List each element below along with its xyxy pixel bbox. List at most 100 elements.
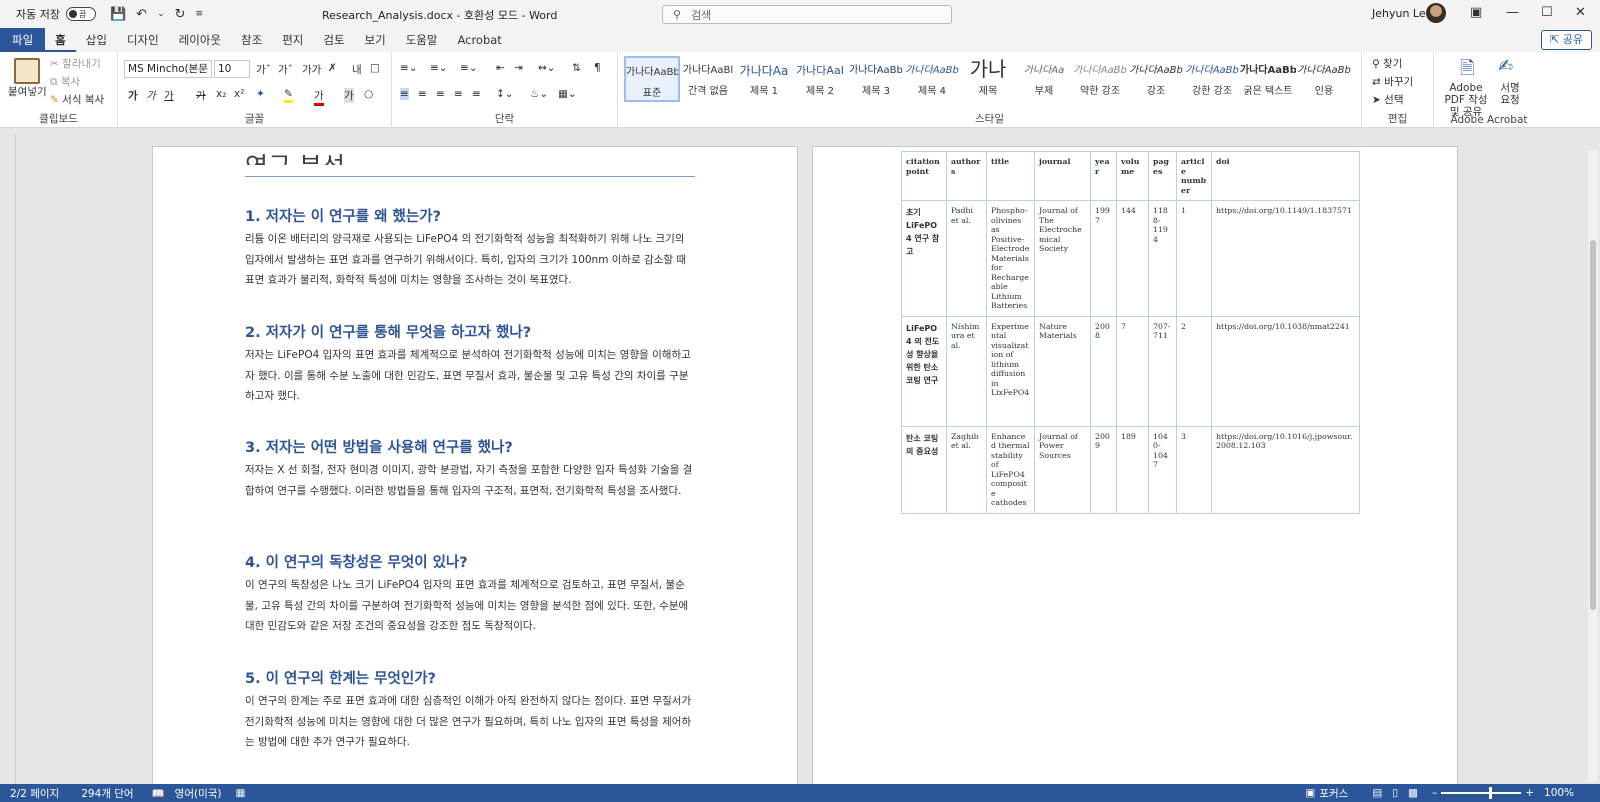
strikethrough-icon[interactable]: 가 bbox=[196, 88, 206, 103]
chevron-down-icon[interactable]: ⌄ bbox=[157, 9, 165, 19]
close-icon[interactable]: ✕ bbox=[1575, 5, 1586, 20]
tab-mailings[interactable]: 편지 bbox=[272, 28, 313, 52]
minimize-icon[interactable]: — bbox=[1506, 5, 1519, 20]
autosave-toggle[interactable]: 끔 bbox=[65, 7, 96, 21]
table-cell[interactable]: Zaghib et al. bbox=[946, 425, 987, 514]
tab-references[interactable]: 참조 bbox=[231, 28, 272, 52]
header-cell[interactable]: authors bbox=[946, 151, 987, 201]
focus-label[interactable]: 포커스 bbox=[1319, 786, 1348, 801]
asian-layout-icon[interactable]: ↭⌄ bbox=[538, 62, 556, 74]
table-cell[interactable]: Enhanced thermal stability of LiFePO4 co… bbox=[986, 425, 1035, 514]
user-name[interactable]: Jehyun Lee bbox=[1372, 7, 1432, 20]
char-shading-icon[interactable]: 가 bbox=[344, 88, 354, 103]
table-cell[interactable]: 7 bbox=[1116, 315, 1149, 427]
table-cell[interactable]: Journal of The Electrochemical Society bbox=[1034, 200, 1091, 317]
style-normal[interactable]: 가나다AaBb 표준 bbox=[624, 56, 680, 102]
style-heading-2[interactable]: 가나다AaI 제목 2 bbox=[792, 56, 848, 102]
table-cell[interactable]: https://doi.org/10.1038/nmat2241 bbox=[1211, 315, 1360, 427]
align-left-icon[interactable]: ≡ bbox=[400, 88, 409, 100]
align-right-icon[interactable]: ≡ bbox=[436, 88, 445, 100]
borders-icon[interactable]: ▦⌄ bbox=[558, 88, 577, 100]
bullets-icon[interactable]: ≡⌄ bbox=[400, 62, 418, 74]
web-layout-icon[interactable]: ▩ bbox=[1408, 787, 1418, 799]
zoom-slider-thumb[interactable] bbox=[1489, 787, 1493, 799]
request-signature-button[interactable]: 서명 요청 bbox=[1496, 82, 1524, 106]
signature-icon[interactable]: ✍ bbox=[1498, 56, 1513, 77]
font-size-select[interactable]: 10 bbox=[214, 60, 250, 78]
tab-review[interactable]: 검토 bbox=[313, 28, 354, 52]
tab-home[interactable]: 홈 bbox=[45, 28, 76, 52]
style-subtitle[interactable]: 가나다Aa 부제 bbox=[1016, 56, 1072, 102]
style-no-spacing[interactable]: 가나다AaBl 간격 없음 bbox=[680, 56, 736, 102]
table-cell[interactable]: 1997 bbox=[1090, 200, 1117, 317]
paste-icon[interactable] bbox=[14, 58, 40, 84]
header-cell[interactable]: article number bbox=[1176, 151, 1212, 201]
style-intense-emphasis[interactable]: 가나다AaBb 강한 강조 bbox=[1184, 56, 1240, 102]
italic-icon[interactable]: 가 bbox=[146, 88, 156, 103]
char-border-icon[interactable]: □ bbox=[370, 62, 380, 74]
proofing-icon[interactable]: 📖 bbox=[152, 787, 165, 800]
maximize-icon[interactable]: ☐ bbox=[1541, 5, 1553, 20]
numbering-icon[interactable]: ≡⌄ bbox=[430, 62, 448, 74]
tab-acrobat[interactable]: Acrobat bbox=[447, 28, 511, 52]
paste-button[interactable]: 붙여넣기 bbox=[8, 84, 47, 99]
subscript-icon[interactable]: x₂ bbox=[216, 88, 226, 100]
undo-icon[interactable]: ↶ bbox=[136, 7, 147, 22]
table-cell[interactable]: https://doi.org/10.1016/j.jpowsour.2008.… bbox=[1211, 425, 1360, 514]
table-cell[interactable]: 2 bbox=[1176, 315, 1212, 427]
ribbon-display-icon[interactable]: ▣ bbox=[1470, 5, 1482, 20]
header-cell[interactable]: doi bbox=[1211, 151, 1360, 201]
select-button[interactable]: ➤ 선택 bbox=[1372, 92, 1403, 107]
cut-button[interactable]: ✂ 잘라내기 bbox=[50, 56, 101, 71]
line-spacing-icon[interactable]: ↕⌄ bbox=[496, 88, 514, 100]
find-button[interactable]: ⚲ 찾기 bbox=[1372, 56, 1402, 71]
style-heading-4[interactable]: 가나다AaBb 제목 4 bbox=[904, 56, 960, 102]
tab-design[interactable]: 디자인 bbox=[117, 28, 169, 52]
replace-button[interactable]: ⇄ 바꾸기 bbox=[1372, 74, 1413, 89]
superscript-icon[interactable]: x² bbox=[234, 88, 244, 100]
style-heading-1[interactable]: 가나다Aa 제목 1 bbox=[736, 56, 792, 102]
change-case-icon[interactable]: 가가 bbox=[302, 62, 321, 77]
zoom-in-icon[interactable]: + bbox=[1525, 787, 1534, 799]
read-mode-icon[interactable]: ▤ bbox=[1372, 787, 1382, 799]
tab-insert[interactable]: 삽입 bbox=[76, 28, 117, 52]
table-cell[interactable]: Padhi et al. bbox=[946, 200, 987, 317]
bold-icon[interactable]: 가 bbox=[128, 88, 138, 103]
phonetic-guide-icon[interactable]: 내 bbox=[352, 62, 362, 77]
word-count[interactable]: 294개 단어 bbox=[81, 786, 133, 801]
tab-layout[interactable]: 레이아웃 bbox=[169, 28, 231, 52]
align-center-icon[interactable]: ≡ bbox=[418, 88, 427, 100]
header-cell[interactable]: citation point bbox=[901, 151, 947, 201]
header-cell[interactable]: journal bbox=[1034, 151, 1091, 201]
sort-icon[interactable]: ⇅ bbox=[572, 62, 581, 74]
enclose-char-icon[interactable]: ○ bbox=[364, 88, 373, 100]
table-cell[interactable]: 3 bbox=[1176, 425, 1212, 514]
vertical-scrollbar[interactable] bbox=[1588, 150, 1598, 782]
table-cell[interactable]: 144 bbox=[1116, 200, 1149, 317]
zoom-out-icon[interactable]: – bbox=[1432, 787, 1437, 799]
table-cell[interactable]: 1 bbox=[1176, 200, 1212, 317]
scrollbar-thumb[interactable] bbox=[1590, 240, 1596, 610]
table-cell[interactable]: Phospho-olivines as Positive-Electrode M… bbox=[986, 200, 1035, 317]
table-cell[interactable]: https://doi.org/10.1149/1.1837571 bbox=[1211, 200, 1360, 317]
style-emphasis[interactable]: 가나다AaBb 강조 bbox=[1128, 56, 1184, 102]
table-cell[interactable]: 2009 bbox=[1090, 425, 1117, 514]
font-color-icon[interactable]: 가 bbox=[314, 88, 324, 106]
redo-icon[interactable]: ↻ bbox=[175, 7, 186, 22]
zoom-level[interactable]: 100% bbox=[1544, 787, 1574, 799]
clear-format-icon[interactable]: ✗ bbox=[328, 62, 337, 74]
multilevel-list-icon[interactable]: ≡⌄ bbox=[460, 62, 478, 74]
search-box[interactable]: ⚲ 검색 bbox=[662, 5, 952, 24]
table-cell[interactable]: 707-711 bbox=[1148, 315, 1177, 427]
font-name-select[interactable]: MS Mincho(본문 bbox=[124, 60, 212, 78]
increase-indent-icon[interactable]: ⇥ bbox=[514, 62, 523, 74]
decrease-indent-icon[interactable]: ⇤ bbox=[496, 62, 505, 74]
customize-qat-icon[interactable]: ≡ bbox=[196, 9, 204, 19]
table-cell[interactable]: 1188-1194 bbox=[1148, 200, 1177, 317]
share-button[interactable]: ⇱ 공유 bbox=[1541, 30, 1592, 50]
underline-icon[interactable]: 가 bbox=[164, 88, 174, 103]
table-cell[interactable]: Journal of Power Sources bbox=[1034, 425, 1091, 514]
save-icon[interactable]: 💾 bbox=[110, 7, 126, 22]
avatar[interactable] bbox=[1426, 3, 1446, 23]
text-effects-icon[interactable]: ✦ bbox=[256, 88, 265, 100]
